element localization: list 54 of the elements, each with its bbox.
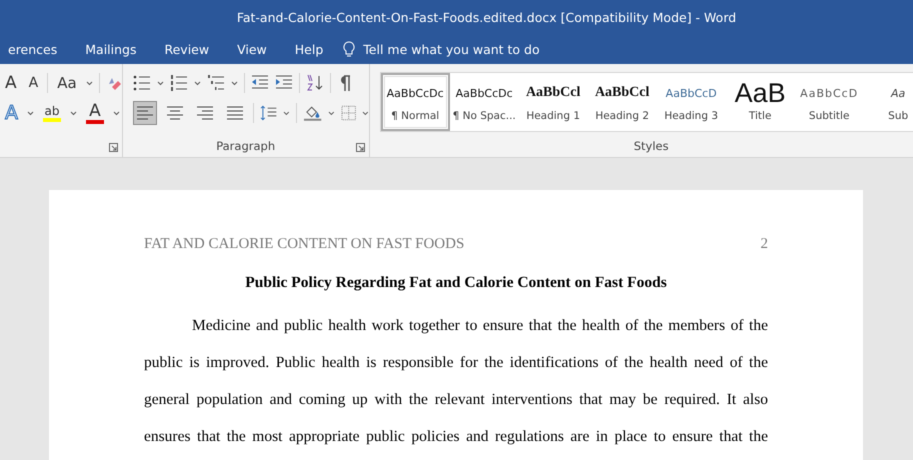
body-text-line: Medicine and public health work together to ensure that the health of the members of the xyxy=(191,316,768,336)
borders-icon[interactable] xyxy=(340,105,356,121)
alignment-icon xyxy=(136,104,154,122)
alignment-icon xyxy=(196,104,214,122)
multilevel-list-icon[interactable] xyxy=(206,74,225,92)
ribbon-tab[interactable]: Help xyxy=(280,42,338,56)
style-option[interactable]: AaBbCcD Heading 3 xyxy=(656,73,726,131)
change-case-button[interactable]: Aa xyxy=(54,71,80,95)
sort-icon[interactable] xyxy=(306,74,324,92)
bullet-list-icon[interactable] xyxy=(132,74,151,92)
caret-icon[interactable] xyxy=(156,80,164,86)
caret-icon[interactable] xyxy=(282,110,290,116)
style-option[interactable]: AaBbCcDc ¶ Normal xyxy=(380,73,450,131)
ribbon-tab[interactable]: erences xyxy=(0,42,72,56)
caret-icon[interactable] xyxy=(230,80,238,86)
caret-icon[interactable] xyxy=(27,110,34,116)
style-option[interactable]: AaBbCcl Heading 1 xyxy=(518,73,588,131)
document-title: Public Policy Regarding Fat and Calorie Content on Fast Foods xyxy=(244,274,668,293)
caret-icon[interactable] xyxy=(362,110,369,116)
lightbulb-icon[interactable] xyxy=(343,40,356,58)
highlight-button[interactable]: ab xyxy=(40,100,64,126)
running-header: FAT AND CALORIE CONTENT ON FAST FOODS xyxy=(144,236,464,254)
shrink-font-button[interactable]: A xyxy=(26,71,42,95)
ribbon-tab[interactable]: Review xyxy=(150,42,224,56)
page-number: 2 xyxy=(760,236,768,254)
body-text-line: general population and coming up with the relevant interventions that may be required. It also xyxy=(144,390,768,410)
style-option[interactable]: AaBbCcDc ¶ No Spac... xyxy=(450,73,519,131)
numbered-list-icon[interactable] xyxy=(170,74,188,92)
dialog-launcher-icon[interactable] xyxy=(356,143,365,152)
caret-icon[interactable] xyxy=(194,80,201,86)
grow-font-button[interactable]: A xyxy=(2,71,20,95)
align-button[interactable] xyxy=(132,101,157,125)
alignment-icon xyxy=(166,104,184,122)
style-option[interactable]: AaBbCcl Heading 2 xyxy=(588,73,657,131)
group-label: Styles xyxy=(632,138,670,155)
font-color-button[interactable]: A xyxy=(83,100,107,126)
body-text-line: ensures that the most appropriate public policies and regulations are in place to ensure that the xyxy=(144,427,768,447)
caret-icon[interactable] xyxy=(328,110,335,116)
group-label: Paragraph xyxy=(215,138,276,155)
shading-icon[interactable] xyxy=(302,104,322,122)
tell-me-field[interactable]: Tell me what you want to do xyxy=(363,42,540,56)
style-option[interactable]: AaBbCcD Subtitle xyxy=(794,73,864,131)
window-title: Fat-and-Calorie-Content-On-Fast-Foods.edited.docx [Compatibility Mode] - Word xyxy=(236,10,736,24)
caret-icon[interactable] xyxy=(86,80,93,86)
line-spacing-icon[interactable] xyxy=(260,104,277,122)
style-option[interactable]: Aa Sub xyxy=(864,73,913,131)
ribbon-tab[interactable]: View xyxy=(223,42,281,56)
style-option[interactable]: AaB Title xyxy=(726,73,795,131)
ribbon-tab[interactable]: Mailings xyxy=(71,42,150,56)
alignment-icon xyxy=(226,104,244,122)
caret-icon[interactable] xyxy=(113,110,120,116)
dialog-launcher-icon[interactable] xyxy=(108,143,118,152)
body-text-line: public is improved. Public health is responsible for the identifications of the health need of the xyxy=(144,353,768,373)
caret-icon[interactable] xyxy=(70,110,77,116)
